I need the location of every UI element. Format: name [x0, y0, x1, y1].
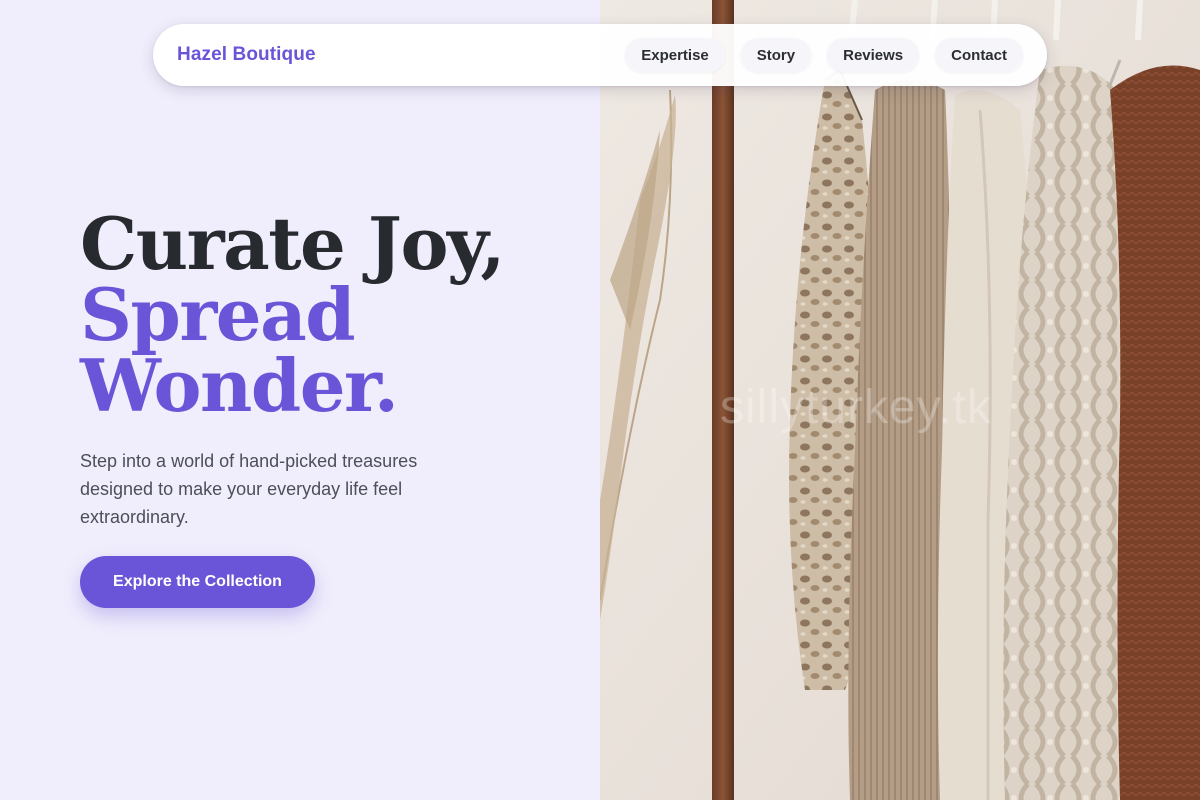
- nav-links: Expertise Story Reviews Contact: [625, 38, 1023, 72]
- hero-title-line-2: Spread: [80, 272, 356, 357]
- hero-title-line-1: Curate Joy,: [80, 201, 505, 286]
- photo-watermark: sillyturkey.tk: [720, 381, 992, 434]
- hero-title-line-3: Wonder.: [80, 343, 399, 428]
- nav-link-contact[interactable]: Contact: [935, 38, 1023, 72]
- top-navbar: Hazel Boutique Expertise Story Reviews C…: [153, 24, 1047, 86]
- hero-title: Curate Joy, Spread Wonder.: [80, 201, 505, 428]
- nav-link-expertise[interactable]: Expertise: [625, 38, 725, 72]
- nav-link-reviews[interactable]: Reviews: [827, 38, 920, 72]
- hero-subtitle: Step into a world of hand-picked treasur…: [80, 451, 418, 527]
- nav-link-story[interactable]: Story: [740, 38, 812, 72]
- hero-image: sillyturkey.tk: [600, 0, 1200, 800]
- brand-logo[interactable]: Hazel Boutique: [177, 44, 316, 66]
- explore-collection-button[interactable]: Explore the Collection: [80, 556, 315, 608]
